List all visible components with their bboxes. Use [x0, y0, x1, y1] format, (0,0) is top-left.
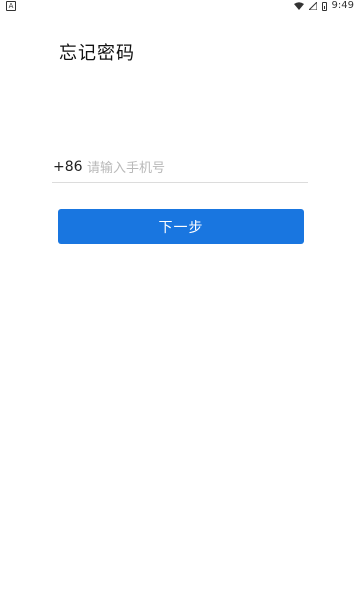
page-title: 忘记密码 [59, 43, 135, 64]
battery-icon [321, 1, 327, 11]
phone-number-input[interactable] [87, 157, 302, 179]
signal-icon [307, 0, 318, 11]
country-code[interactable]: +86 [53, 159, 83, 175]
status-icons: 9:49 [293, 0, 354, 11]
wifi-icon [293, 2, 304, 10]
phone-input-row: +86 [52, 155, 308, 183]
next-button[interactable]: 下一步 [58, 209, 304, 244]
status-bar: A 9:49 [0, 0, 360, 14]
app-notification-icon: A [6, 1, 16, 11]
status-time: 9:49 [331, 0, 354, 11]
